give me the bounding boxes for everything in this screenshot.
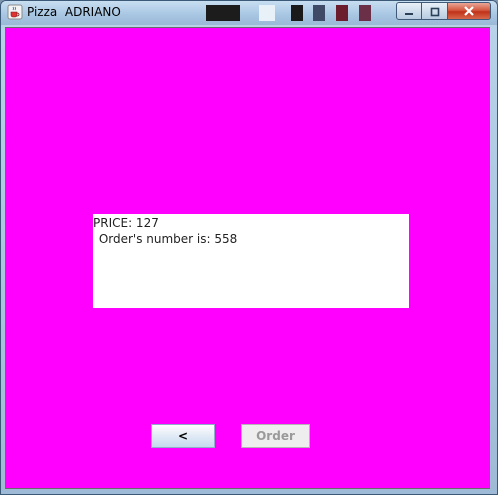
titlebar-decoration <box>259 5 275 21</box>
window-controls <box>396 2 491 20</box>
minimize-icon <box>404 2 414 21</box>
titlebar-decoration <box>336 5 348 21</box>
close-button[interactable] <box>448 2 491 20</box>
titlebar-decoration <box>359 5 371 21</box>
maximize-icon <box>430 2 440 21</box>
order-info-panel: PRICE: 127 Order's number is: 558 <box>93 214 409 308</box>
maximize-button[interactable] <box>422 2 448 20</box>
minimize-button[interactable] <box>396 2 422 20</box>
titlebar-decoration <box>313 5 325 21</box>
titlebar-decoration <box>206 5 240 21</box>
price-label: PRICE: 127 <box>93 216 159 230</box>
back-button[interactable]: < <box>151 424 215 448</box>
order-button[interactable]: Order <box>241 424 310 448</box>
titlebar-decoration <box>291 5 303 21</box>
order-number-label: Order's number is: 558 <box>95 232 238 246</box>
app-window: Pizza ADRIANO PRICE: 127 Order's number … <box>0 0 498 495</box>
java-cup-icon <box>7 4 23 20</box>
title-bar[interactable]: Pizza ADRIANO <box>1 1 497 25</box>
window-title: Pizza ADRIANO <box>27 5 121 19</box>
close-icon <box>463 2 475 21</box>
main-content: PRICE: 127 Order's number is: 558 < Orde… <box>5 27 490 489</box>
